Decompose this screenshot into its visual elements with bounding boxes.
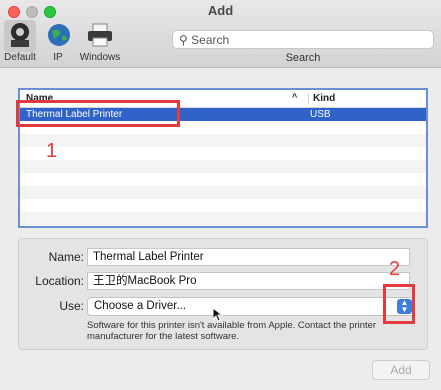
empty-row xyxy=(20,212,426,225)
search-icon: ⚲ xyxy=(179,33,188,47)
window-title: Add xyxy=(207,3,234,18)
name-field[interactable]: Thermal Label Printer xyxy=(87,248,410,266)
default-printer-icon xyxy=(5,22,35,48)
empty-row xyxy=(20,186,426,199)
name-label: Name: xyxy=(48,250,84,264)
use-label: Use: xyxy=(59,299,84,313)
driver-popup-value: Choose a Driver... xyxy=(94,300,187,312)
toolbar-windows-label: Windows xyxy=(79,52,121,63)
empty-row xyxy=(20,160,426,173)
column-header-kind[interactable]: Kind xyxy=(308,93,335,104)
empty-row xyxy=(20,134,426,147)
toolbar-default-button[interactable]: Default xyxy=(0,20,40,63)
printer-kind-cell: USB xyxy=(310,109,331,120)
annotation-box-2 xyxy=(383,284,415,324)
mouse-pointer-icon xyxy=(212,306,224,327)
add-printer-window: Add Default IP Windows ⚲ Search Search N… xyxy=(0,0,441,390)
sort-indicator-icon: ^ xyxy=(292,92,298,102)
toolbar-ip-label: IP xyxy=(53,52,63,63)
printer-icon xyxy=(85,22,115,48)
toolbar-ip-button[interactable]: IP xyxy=(44,22,72,63)
annotation-box-1 xyxy=(16,100,180,127)
globe-icon xyxy=(44,22,74,48)
annotation-number-2: 2 xyxy=(389,258,401,280)
location-field[interactable]: 王卫的MacBook Pro xyxy=(87,272,410,290)
search-caption: Search xyxy=(285,52,321,64)
annotation-number-1: 1 xyxy=(46,140,58,162)
toolbar-default-label: Default xyxy=(4,52,36,63)
empty-row xyxy=(20,199,426,212)
toolbar: Add Default IP Windows ⚲ Search Search xyxy=(0,0,441,68)
empty-row xyxy=(20,147,426,160)
driver-note: Software for this printer isn't availabl… xyxy=(87,320,377,342)
add-button[interactable]: Add xyxy=(372,360,430,380)
search-placeholder: Search xyxy=(191,33,230,47)
toolbar-windows-button[interactable]: Windows xyxy=(76,22,124,63)
printer-details-form: Name: Thermal Label Printer Location: 王卫… xyxy=(18,238,428,350)
empty-row xyxy=(20,173,426,186)
driver-popup[interactable]: Choose a Driver... ▲ ▼ xyxy=(87,297,414,316)
search-field[interactable]: ⚲ Search xyxy=(172,30,434,49)
location-label: Location: xyxy=(35,274,84,288)
